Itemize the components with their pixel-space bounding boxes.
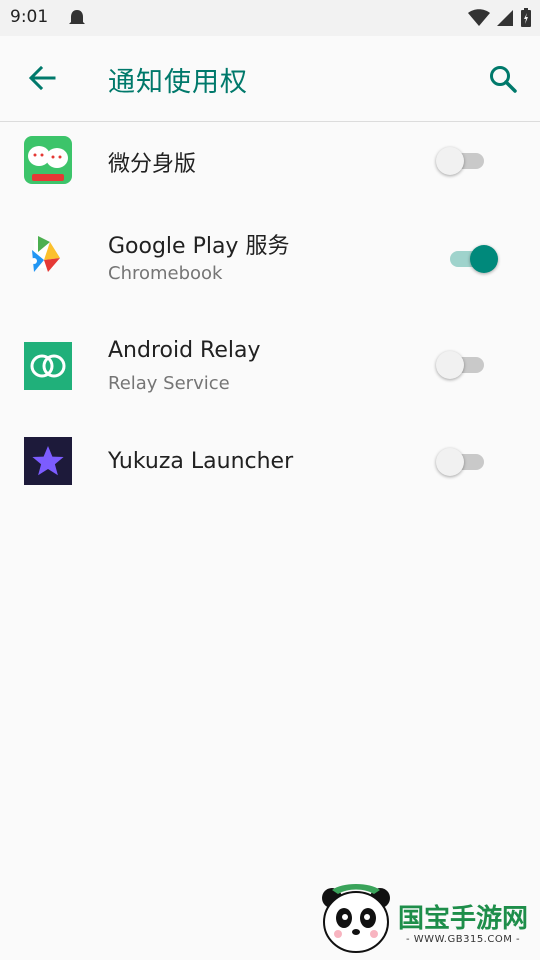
list-item-yukuza-launcher[interactable]: Yukuza Launcher	[0, 428, 540, 508]
page-title: 通知使用权	[108, 67, 248, 98]
notification-toggle[interactable]	[446, 242, 498, 276]
signal-icon	[496, 9, 514, 31]
panda-logo-icon	[318, 884, 396, 960]
toggle-thumb	[436, 147, 464, 175]
app-subtitle: Relay Service	[108, 373, 230, 394]
list-item-google-play-services[interactable]: Google Play 服务 Chromebook	[0, 212, 540, 312]
list-item-dual-app[interactable]: 微分身版	[0, 122, 540, 202]
dual-chat-app-icon	[24, 136, 72, 184]
app-name: Yukuza Launcher	[108, 449, 294, 474]
search-icon[interactable]	[486, 62, 520, 96]
relay-rings-icon	[24, 342, 72, 390]
google-play-services-icon	[24, 230, 72, 278]
list-item-android-relay[interactable]: Android Relay Relay Service	[0, 322, 540, 422]
notification-toggle[interactable]	[436, 445, 488, 479]
notification-icon	[68, 9, 86, 27]
star-launcher-icon	[24, 437, 72, 485]
notification-toggle[interactable]	[436, 144, 488, 178]
watermark-brand: 国宝手游网	[398, 904, 529, 934]
app-name: 微分身版	[108, 152, 197, 177]
app-name: Android Relay	[108, 338, 261, 363]
notification-toggle[interactable]	[436, 348, 488, 382]
toggle-thumb	[470, 245, 498, 273]
app-subtitle: Chromebook	[108, 263, 223, 284]
battery-icon	[520, 8, 532, 32]
wifi-icon	[468, 9, 490, 31]
status-time: 9:01	[10, 7, 49, 27]
toggle-thumb	[436, 448, 464, 476]
back-arrow-icon[interactable]	[26, 62, 58, 94]
app-bar: 通知使用权	[0, 36, 540, 122]
toggle-thumb	[436, 351, 464, 379]
app-name: Google Play 服务	[108, 234, 290, 259]
status-icons	[468, 8, 532, 32]
status-bar: 9:01	[0, 0, 540, 36]
watermark-url: - WWW.GB315.COM -	[406, 934, 521, 945]
watermark: 国宝手游网 - WWW.GB315.COM -	[318, 884, 532, 954]
